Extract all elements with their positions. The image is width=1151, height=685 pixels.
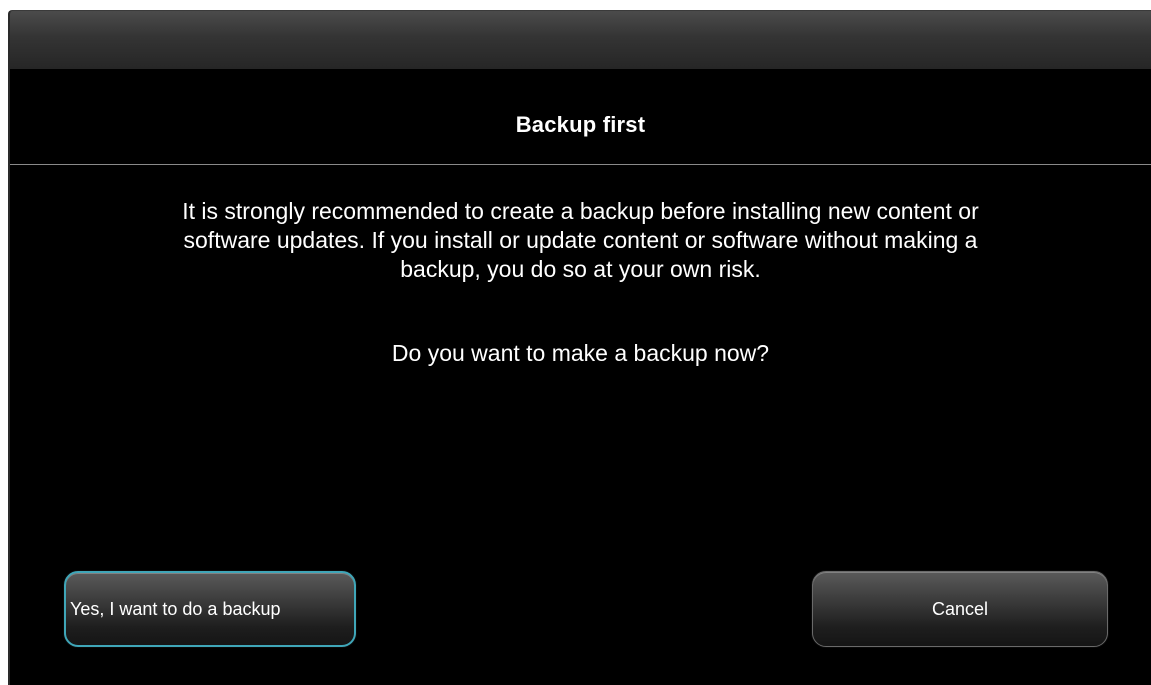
dialog-title: Backup first (515, 111, 646, 137)
yes-backup-button[interactable]: Yes, I want to do a backup (64, 571, 356, 647)
dialog-question: Do you want to make a backup now? (391, 340, 770, 366)
screen: Backup first It is strongly recommended … (0, 0, 1151, 685)
dialog-window: Backup first It is strongly recommended … (8, 10, 1151, 685)
cancel-button[interactable]: Cancel (812, 571, 1108, 647)
window-top-bar (10, 11, 1151, 69)
dialog-header: Backup first (10, 69, 1151, 165)
dialog-message: It is strongly recommended to create a b… (182, 198, 979, 282)
